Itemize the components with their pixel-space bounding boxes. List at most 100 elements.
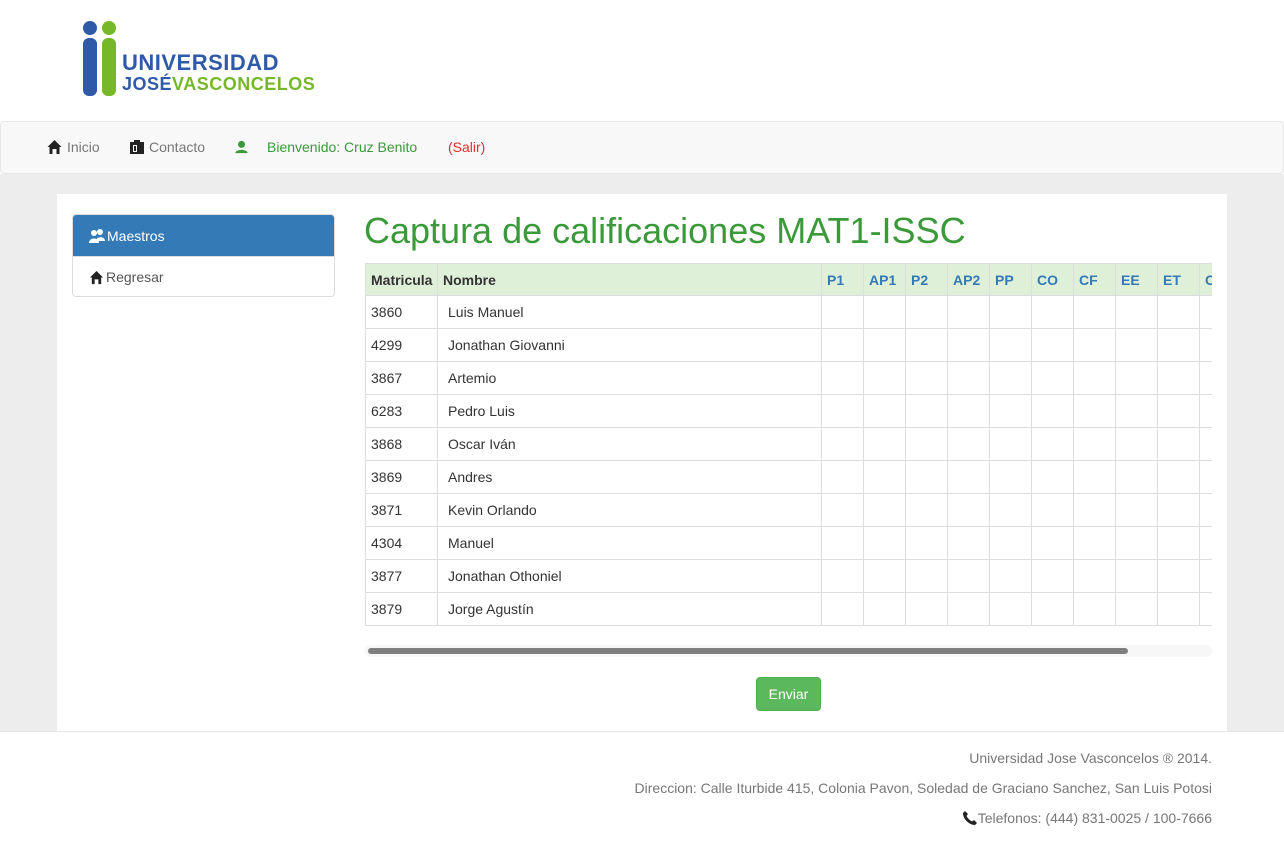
grade-input-cell[interactable] <box>1199 526 1212 560</box>
nav-home-link[interactable]: Inicio <box>46 139 100 155</box>
grade-input-cell[interactable] <box>1073 427 1116 461</box>
grade-input-cell[interactable] <box>1073 592 1116 626</box>
col-header-grade[interactable]: EE <box>1115 263 1158 296</box>
grade-input-cell[interactable] <box>989 493 1032 527</box>
grade-input-cell[interactable] <box>947 493 990 527</box>
col-header-grade[interactable]: CO <box>1031 263 1074 296</box>
grade-input-cell[interactable] <box>947 526 990 560</box>
grade-input-cell[interactable] <box>1199 328 1212 362</box>
grade-input-cell[interactable] <box>905 526 948 560</box>
grade-input-cell[interactable] <box>1073 295 1116 329</box>
grade-input-cell[interactable] <box>1031 493 1074 527</box>
col-header-grade[interactable]: C <box>1199 263 1212 296</box>
grade-input-cell[interactable] <box>1157 526 1200 560</box>
grade-input-cell[interactable] <box>947 460 990 494</box>
col-header-grade[interactable]: P2 <box>905 263 948 296</box>
grade-input-cell[interactable] <box>1115 361 1158 395</box>
grade-input-cell[interactable] <box>989 328 1032 362</box>
grade-input-cell[interactable] <box>821 460 864 494</box>
grade-input-cell[interactable] <box>905 427 948 461</box>
scrollbar-thumb[interactable] <box>368 648 1128 654</box>
grade-input-cell[interactable] <box>1073 361 1116 395</box>
grade-input-cell[interactable] <box>1031 559 1074 593</box>
grade-input-cell[interactable] <box>1199 361 1212 395</box>
col-header-grade[interactable]: AP1 <box>863 263 906 296</box>
grade-input-cell[interactable] <box>863 328 906 362</box>
grade-input-cell[interactable] <box>947 394 990 428</box>
grade-input-cell[interactable] <box>1031 592 1074 626</box>
col-header-grade[interactable]: CF <box>1073 263 1116 296</box>
col-header-grade[interactable]: P1 <box>821 263 864 296</box>
university-logo[interactable]: UNIVERSIDAD JOSÉVASCONCELOS <box>82 20 315 100</box>
grade-input-cell[interactable] <box>1157 493 1200 527</box>
grade-input-cell[interactable] <box>821 328 864 362</box>
grade-input-cell[interactable] <box>821 592 864 626</box>
grade-input-cell[interactable] <box>947 427 990 461</box>
grade-input-cell[interactable] <box>905 559 948 593</box>
sidebar-item-regresar[interactable]: Regresar <box>73 256 334 296</box>
grade-input-cell[interactable] <box>863 559 906 593</box>
grade-input-cell[interactable] <box>905 592 948 626</box>
grade-input-cell[interactable] <box>863 526 906 560</box>
grade-input-cell[interactable] <box>1157 559 1200 593</box>
col-header-grade[interactable]: AP2 <box>947 263 990 296</box>
grade-input-cell[interactable] <box>989 295 1032 329</box>
grade-input-cell[interactable] <box>821 394 864 428</box>
grade-input-cell[interactable] <box>905 328 948 362</box>
grade-input-cell[interactable] <box>1199 295 1212 329</box>
grade-input-cell[interactable] <box>1031 328 1074 362</box>
grade-input-cell[interactable] <box>989 460 1032 494</box>
grade-input-cell[interactable] <box>947 592 990 626</box>
grade-input-cell[interactable] <box>1157 295 1200 329</box>
grade-input-cell[interactable] <box>863 460 906 494</box>
grade-input-cell[interactable] <box>989 361 1032 395</box>
grade-input-cell[interactable] <box>947 559 990 593</box>
grade-input-cell[interactable] <box>1199 592 1212 626</box>
grade-input-cell[interactable] <box>989 394 1032 428</box>
grade-input-cell[interactable] <box>863 361 906 395</box>
grade-input-cell[interactable] <box>1199 460 1212 494</box>
grade-input-cell[interactable] <box>1073 493 1116 527</box>
grade-input-cell[interactable] <box>905 493 948 527</box>
grade-input-cell[interactable] <box>1199 559 1212 593</box>
nav-welcome[interactable]: Bienvenido: Cruz Benito <box>234 139 417 155</box>
grade-input-cell[interactable] <box>863 427 906 461</box>
grade-input-cell[interactable] <box>1157 592 1200 626</box>
grade-input-cell[interactable] <box>1115 460 1158 494</box>
grade-input-cell[interactable] <box>989 427 1032 461</box>
grade-input-cell[interactable] <box>947 295 990 329</box>
grades-table-scroll[interactable]: Matricula Nombre P1AP1P2AP2PPCOCFEEETC 3… <box>365 263 1212 663</box>
col-header-grade[interactable]: PP <box>989 263 1032 296</box>
grade-input-cell[interactable] <box>989 559 1032 593</box>
grade-input-cell[interactable] <box>1073 526 1116 560</box>
grade-input-cell[interactable] <box>1157 460 1200 494</box>
grade-input-cell[interactable] <box>1199 493 1212 527</box>
grade-input-cell[interactable] <box>821 526 864 560</box>
grade-input-cell[interactable] <box>1073 559 1116 593</box>
grade-input-cell[interactable] <box>1115 526 1158 560</box>
submit-button[interactable]: Enviar <box>756 677 821 711</box>
grade-input-cell[interactable] <box>989 592 1032 626</box>
grade-input-cell[interactable] <box>1115 493 1158 527</box>
grade-input-cell[interactable] <box>1115 328 1158 362</box>
grade-input-cell[interactable] <box>1115 295 1158 329</box>
grade-input-cell[interactable] <box>905 394 948 428</box>
grade-input-cell[interactable] <box>1199 394 1212 428</box>
sidebar-item-maestros[interactable]: Maestros <box>73 215 334 256</box>
col-header-grade[interactable]: ET <box>1157 263 1200 296</box>
grade-input-cell[interactable] <box>863 592 906 626</box>
grade-input-cell[interactable] <box>1031 361 1074 395</box>
grade-input-cell[interactable] <box>1115 592 1158 626</box>
grade-input-cell[interactable] <box>821 361 864 395</box>
grade-input-cell[interactable] <box>821 559 864 593</box>
grade-input-cell[interactable] <box>1073 328 1116 362</box>
nav-logout-link[interactable]: (Salir) <box>448 139 485 155</box>
grade-input-cell[interactable] <box>1073 394 1116 428</box>
grade-input-cell[interactable] <box>1157 328 1200 362</box>
grade-input-cell[interactable] <box>1031 460 1074 494</box>
grade-input-cell[interactable] <box>821 427 864 461</box>
grade-input-cell[interactable] <box>1157 427 1200 461</box>
grade-input-cell[interactable] <box>905 460 948 494</box>
grade-input-cell[interactable] <box>1199 427 1212 461</box>
grade-input-cell[interactable] <box>1031 526 1074 560</box>
